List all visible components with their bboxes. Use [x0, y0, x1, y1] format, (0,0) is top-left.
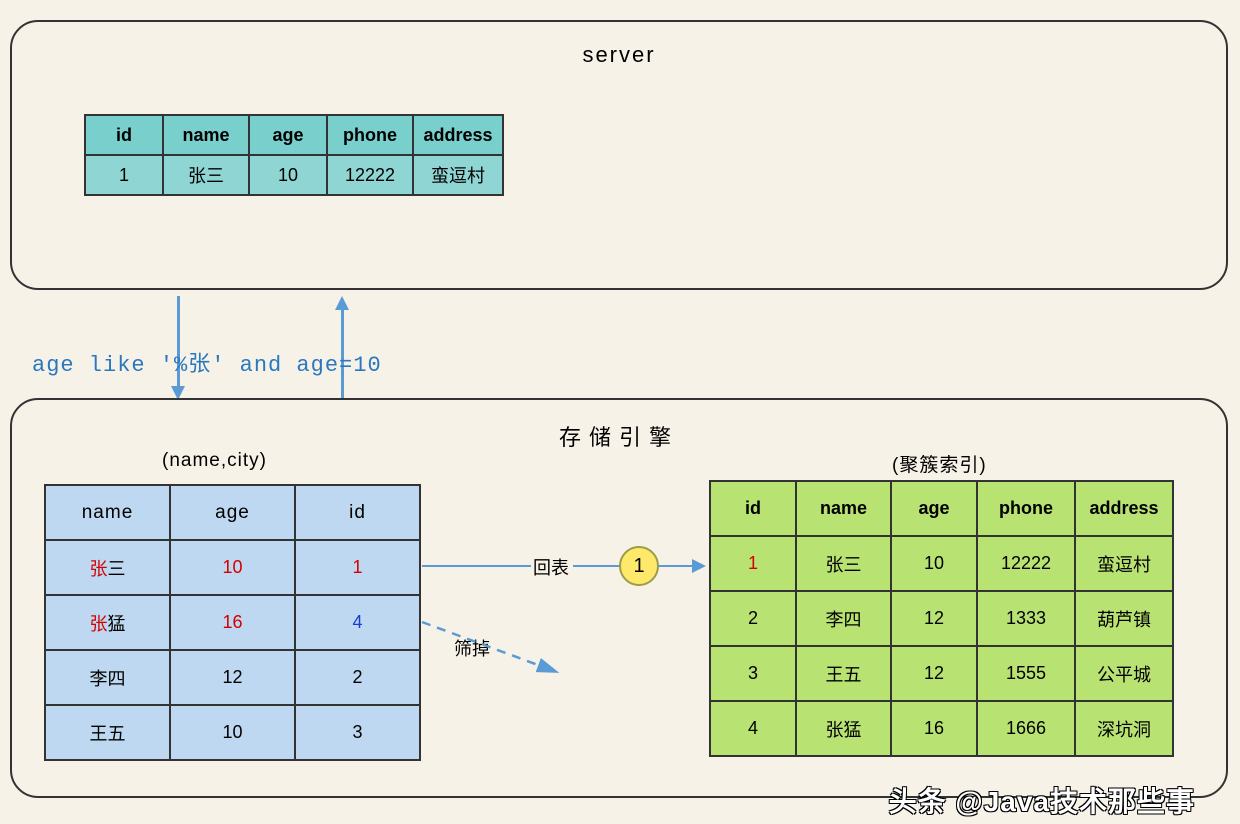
server-th-id: id: [85, 115, 163, 155]
clustered-cell: 4: [710, 701, 796, 756]
index-th-id: id: [295, 485, 420, 540]
index-row: 李四 12 2: [45, 650, 420, 705]
clustered-cell: 1555: [977, 646, 1075, 701]
lookup-label: 回表: [533, 554, 569, 580]
clustered-row: 3 王五 12 1555 公平城: [710, 646, 1173, 701]
server-table: id name age phone address 1 张三 10 12222 …: [84, 114, 504, 196]
index-cell: 王五: [45, 705, 170, 760]
index-cell: 1: [295, 540, 420, 595]
clustered-th-id: id: [710, 481, 796, 536]
index-label: (name,city): [162, 450, 267, 472]
clustered-cell: 王五: [796, 646, 891, 701]
index-cell: 12: [170, 650, 295, 705]
clustered-cell: 12: [891, 646, 977, 701]
clustered-th-age: age: [891, 481, 977, 536]
clustered-row: 2 李四 12 1333 葫芦镇: [710, 591, 1173, 646]
watermark-text: 头条 @Java技术那些事: [889, 780, 1195, 820]
clustered-th-address: address: [1075, 481, 1173, 536]
server-td: 蛮逗村: [413, 155, 503, 195]
filter-label: 筛掉: [454, 635, 490, 661]
clustered-cell: 2: [710, 591, 796, 646]
index-cell: 张猛: [45, 595, 170, 650]
clustered-th-name: name: [796, 481, 891, 536]
clustered-label: (聚簇索引): [892, 450, 987, 477]
index-cell: 张三: [45, 540, 170, 595]
index-row: 张猛 16 4: [45, 595, 420, 650]
clustered-cell: 葫芦镇: [1075, 591, 1173, 646]
clustered-cell: 张猛: [796, 701, 891, 756]
lookup-arrow-left-line: [422, 565, 531, 567]
server-td: 张三: [163, 155, 249, 195]
clustered-cell: 张三: [796, 536, 891, 591]
server-td: 10: [249, 155, 327, 195]
server-th-name: name: [163, 115, 249, 155]
clustered-cell: 12222: [977, 536, 1075, 591]
server-th-age: age: [249, 115, 327, 155]
clustered-cell: 蛮逗村: [1075, 536, 1173, 591]
clustered-table: id name age phone address 1 张三 10 12222 …: [709, 480, 1174, 757]
clustered-cell: 李四: [796, 591, 891, 646]
server-th-address: address: [413, 115, 503, 155]
index-row: 张三 10 1: [45, 540, 420, 595]
lookup-arrow-head-icon: [692, 559, 706, 573]
sql-condition-text: age like '%张' and age=10: [32, 346, 382, 378]
index-cell: 3: [295, 705, 420, 760]
clustered-cell: 1: [710, 536, 796, 591]
clustered-cell: 12: [891, 591, 977, 646]
clustered-cell: 1333: [977, 591, 1075, 646]
index-th-age: age: [170, 485, 295, 540]
server-th-phone: phone: [327, 115, 413, 155]
index-cell: 李四: [45, 650, 170, 705]
index-cell: 16: [170, 595, 295, 650]
clustered-cell: 3: [710, 646, 796, 701]
index-cell: 2: [295, 650, 420, 705]
filter-dashed-arrow-icon: [417, 612, 617, 712]
index-row: 王五 10 3: [45, 705, 420, 760]
step-badge: 1: [619, 546, 659, 586]
server-td: 12222: [327, 155, 413, 195]
server-td: 1: [85, 155, 163, 195]
clustered-cell: 公平城: [1075, 646, 1173, 701]
clustered-row: 1 张三 10 12222 蛮逗村: [710, 536, 1173, 591]
server-panel: server id name age phone address 1 张三 10…: [10, 20, 1228, 290]
storage-engine-panel: 存储引擎 (name,city) (聚簇索引) name age id 张三 1…: [10, 398, 1228, 798]
clustered-cell: 16: [891, 701, 977, 756]
clustered-row: 4 张猛 16 1666 深坑洞: [710, 701, 1173, 756]
arrow-up-head-icon: [335, 296, 349, 310]
clustered-cell: 1666: [977, 701, 1075, 756]
index-cell: 10: [170, 705, 295, 760]
index-cell: 10: [170, 540, 295, 595]
step-badge-text: 1: [633, 555, 644, 578]
server-title: server: [582, 42, 655, 68]
engine-title: 存储引擎: [559, 420, 679, 452]
clustered-cell: 10: [891, 536, 977, 591]
index-table: name age id 张三 10 1 张猛 16 4 李四 12 2 王五 1…: [44, 484, 421, 761]
clustered-th-phone: phone: [977, 481, 1075, 536]
index-th-name: name: [45, 485, 170, 540]
clustered-cell: 深坑洞: [1075, 701, 1173, 756]
index-cell: 4: [295, 595, 420, 650]
